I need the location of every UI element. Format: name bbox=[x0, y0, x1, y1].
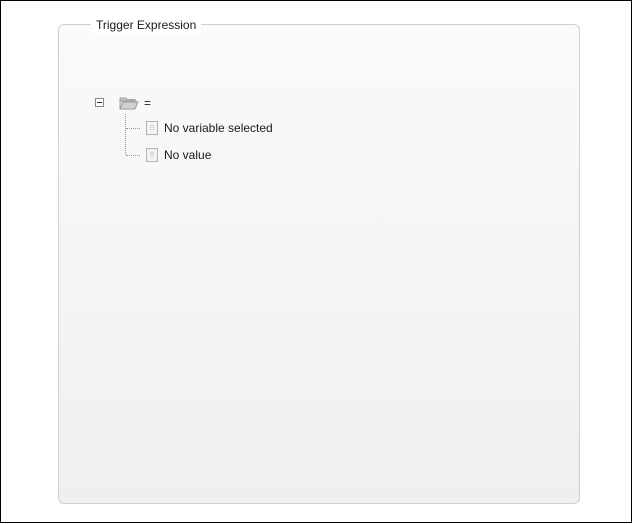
tree-root-label[interactable]: = bbox=[144, 95, 151, 111]
tree-item-variable[interactable]: No variable selected bbox=[164, 120, 273, 136]
window: Trigger Expression = No variable selecte… bbox=[0, 0, 632, 523]
document-icon bbox=[146, 121, 158, 135]
tree-connector bbox=[126, 155, 140, 156]
document-icon bbox=[146, 148, 158, 162]
tree-connector bbox=[125, 114, 126, 155]
tree-item-value[interactable]: No value bbox=[164, 147, 211, 163]
tree-connector bbox=[126, 128, 140, 129]
folder-open-icon bbox=[119, 97, 139, 110]
expression-tree: = No variable selected No value bbox=[1, 1, 632, 524]
collapse-toggle[interactable] bbox=[95, 98, 104, 107]
